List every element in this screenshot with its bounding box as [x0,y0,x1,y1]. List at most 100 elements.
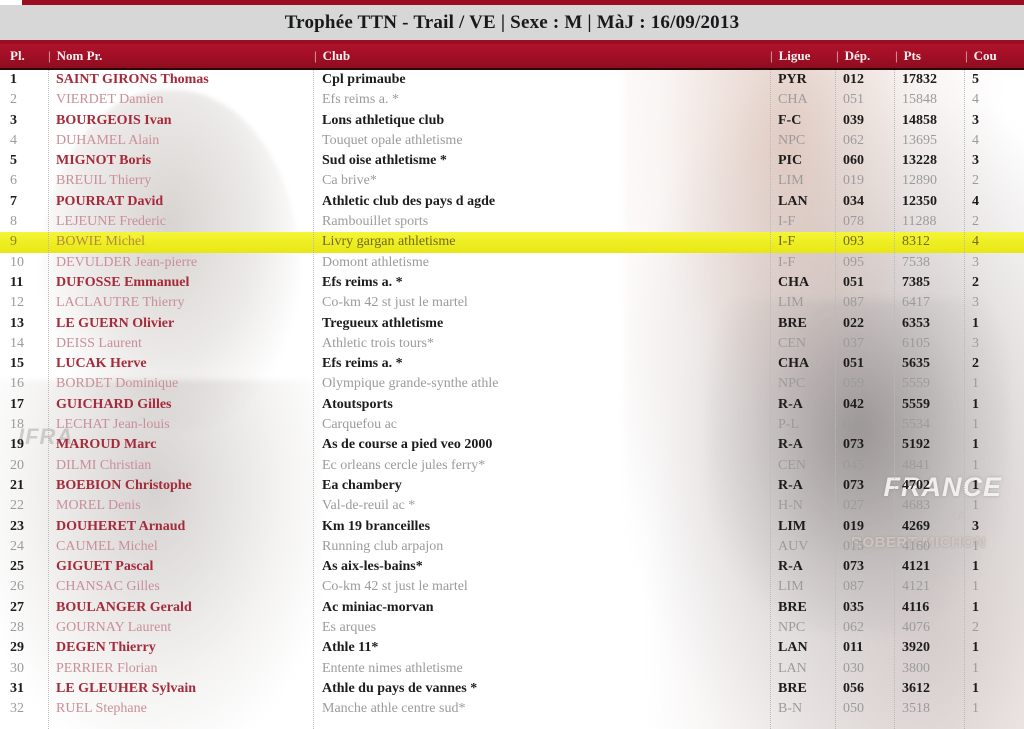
cell-pts: 13695 [902,132,937,148]
table-row[interactable]: 16 BORDET Dominique Olympique grande-synth… [0,374,1024,394]
column-header-cou[interactable]: | Cou [965,44,1023,68]
cell-dep: 060 [843,153,864,169]
cell-club: Efs reims a. * [322,92,399,108]
cell-pts: 4076 [902,620,930,636]
cell-pts: 3518 [902,701,930,717]
cell-pts: 4121 [902,559,930,575]
cell-club: Rambouillet sports [322,214,429,230]
cell-lig: NPC [778,376,806,392]
cell-pl: 1 [10,72,17,87]
cell-club: As de course a pied veo 2000 [322,437,493,453]
column-header-ligue[interactable]: | Ligue [770,44,832,68]
table-row[interactable]: 24 CAUMEL Michel Running club arpajon AUV 01… [0,537,1024,557]
cell-dep: 087 [843,579,864,595]
cell-lig: LAN [778,193,808,209]
cell-dep: 030 [843,660,864,676]
cell-lig: P-L [778,417,799,433]
cell-pl: 27 [10,599,24,615]
table-row[interactable]: 14 DEISS Laurent Athletic trois tours* CEN 0… [0,334,1024,354]
cell-club: Sud oise athletisme * [322,153,447,169]
header-separator-icon: | [314,48,317,63]
cell-dep: 051 [843,92,864,108]
cell-nom: GOURNAY Laurent [56,620,172,636]
table-row[interactable]: 8 LEJEUNE Frederic Rambouillet sports I-F 07… [0,212,1024,232]
cell-nom: DEVULDER Jean-pierre [56,254,198,270]
table-row[interactable]: 12 LACLAUTRE Thierry Co-km 42 st just le m… [0,293,1024,313]
cell-dep: 087 [843,295,864,311]
cell-pts: 3800 [902,660,930,676]
cell-lig: NPC [778,620,806,636]
table-row[interactable]: 17 GUICHARD Gilles Atoutsports R-A 042 5559 1 [0,395,1024,415]
page-title: Trophée TTN - Trail / VE | Sexe : M | Mà… [284,11,740,33]
table-row[interactable]: 22 MOREL Denis Val-de-reuil ac * H-N 027 4683… [0,496,1024,516]
table-row[interactable]: 2 VIERDET Damien Efs reims a. * CHA 051 15848… [0,90,1024,110]
table-row[interactable]: 30 PERRIER Florian Entente nimes athletism… [0,659,1024,679]
cell-nom: BOURGEOIS Ivan [56,112,172,128]
cell-pts: 12890 [902,173,937,189]
table-row[interactable]: 9 BOWIE Michel Livry gargan athletisme I-F 0… [0,232,1024,253]
header-separator-icon: | [770,48,773,63]
cell-lig: BRE [778,599,807,615]
cell-cou: 1 [972,457,979,473]
table-row[interactable]: 3 BOURGEOIS Ivan Lons athletique club F-C 03… [0,111,1024,131]
table-row[interactable]: 26 CHANSAC Gilles Co-km 42 st just le mart… [0,577,1024,597]
cell-nom: BREUIL Thierry [56,173,152,189]
cell-pl: 31 [10,680,24,696]
cell-pts: 4841 [902,457,930,473]
cell-pl: 8 [10,214,17,230]
cell-cou: 1 [972,701,979,717]
table-row[interactable]: 29 DEGEN Thierry Athle 11* LAN 011 3920 1 [0,638,1024,658]
table-row[interactable]: 7 POURRAT David Athletic club des pays d a… [0,192,1024,212]
cell-cou: 1 [972,599,979,615]
cell-nom: LEJEUNE Frederic [56,214,167,230]
cell-nom: DOUHERET Arnaud [56,518,186,534]
cell-pts: 5192 [902,437,930,453]
cell-club: Lons athletique club [322,112,445,128]
table-row[interactable]: 13 LE GUERN Olivier Tregueux athletisme BRE… [0,314,1024,334]
cell-pts: 6353 [902,315,930,331]
cell-dep: 095 [843,254,864,270]
column-header-pts[interactable]: | Pts [895,44,959,68]
column-header-nom[interactable]: | Nom Pr. [48,44,308,68]
table-row[interactable]: 4 DUHAMEL Alain Touquet opale athletisme NP… [0,131,1024,151]
cell-club: Livry gargan athletisme [322,234,456,250]
table-row[interactable]: 18 LECHAT Jean-louis Carquefou ac P-L 044 553… [0,415,1024,435]
cell-club: Athletic club des pays d agde [322,193,496,209]
column-header-pl[interactable]: Pl. [10,44,50,68]
cell-cou: 3 [972,295,979,311]
table-row[interactable]: 19 MAROUD Marc As de course a pied veo 200… [0,435,1024,455]
table-row[interactable]: 21 BOEBION Christophe Ea chambery R-A 073 470… [0,476,1024,496]
cell-nom: LACLAUTRE Thierry [56,295,185,311]
table-row[interactable]: 31 LE GLEUHER Sylvain Athle du pays de van… [0,679,1024,699]
column-header-cou-label: Cou [973,48,997,63]
table-row[interactable]: 20 DILMI Christian Ec orleans cercle jules… [0,456,1024,476]
cell-lig: LIM [778,579,804,595]
column-header-dep[interactable]: | Dép. [836,44,892,68]
cell-lig: LAN [778,660,807,676]
table-row[interactable]: 5 MIGNOT Boris Sud oise athletisme * PIC 060… [0,151,1024,171]
cell-dep: 073 [843,477,864,493]
table-row[interactable]: 28 GOURNAY Laurent Es arques NPC 062 4076 2 [0,618,1024,638]
column-header-club-label: Club [322,48,351,63]
cell-cou: 3 [972,153,979,169]
table-row[interactable]: 10 DEVULDER Jean-pierre Domont athletisme I… [0,253,1024,273]
cell-lig: BRE [778,315,807,331]
table-row[interactable]: 11 DUFOSSE Emmanuel Efs reims a. * CHA 051 73… [0,273,1024,293]
table-row[interactable]: 1 SAINT GIRONS Thomas Cpl primaube PYR 012 17… [0,70,1024,90]
cell-lig: R-A [778,559,803,575]
cell-cou: 2 [972,173,979,189]
column-header-club[interactable]: | Club [314,44,764,68]
cell-club: Tregueux athletisme [322,315,444,331]
cell-dep: 019 [843,173,864,189]
cell-nom: BORDET Dominique [56,376,179,392]
table-row[interactable]: 23 DOUHERET Arnaud Km 19 branceilles LIM 019… [0,517,1024,537]
table-row[interactable]: 15 LUCAK Herve Efs reims a. * CHA 051 5635 2 [0,354,1024,374]
table-row[interactable]: 32 RUEL Stephane Manche athle centre sud* B… [0,699,1024,719]
cell-pts: 5559 [902,376,930,392]
table-row[interactable]: 25 GIGUET Pascal As aix-les-bains* R-A 073 41… [0,557,1024,577]
cell-lig: R-A [778,396,803,412]
table-row[interactable]: 27 BOULANGER Gerald Ac miniac-morvan BRE 035… [0,598,1024,618]
cell-pl: 12 [10,295,24,311]
table-row[interactable]: 6 BREUIL Thierry Ca brive* LIM 019 12890 2 [0,171,1024,191]
cell-nom: BOEBION Christophe [56,477,192,493]
